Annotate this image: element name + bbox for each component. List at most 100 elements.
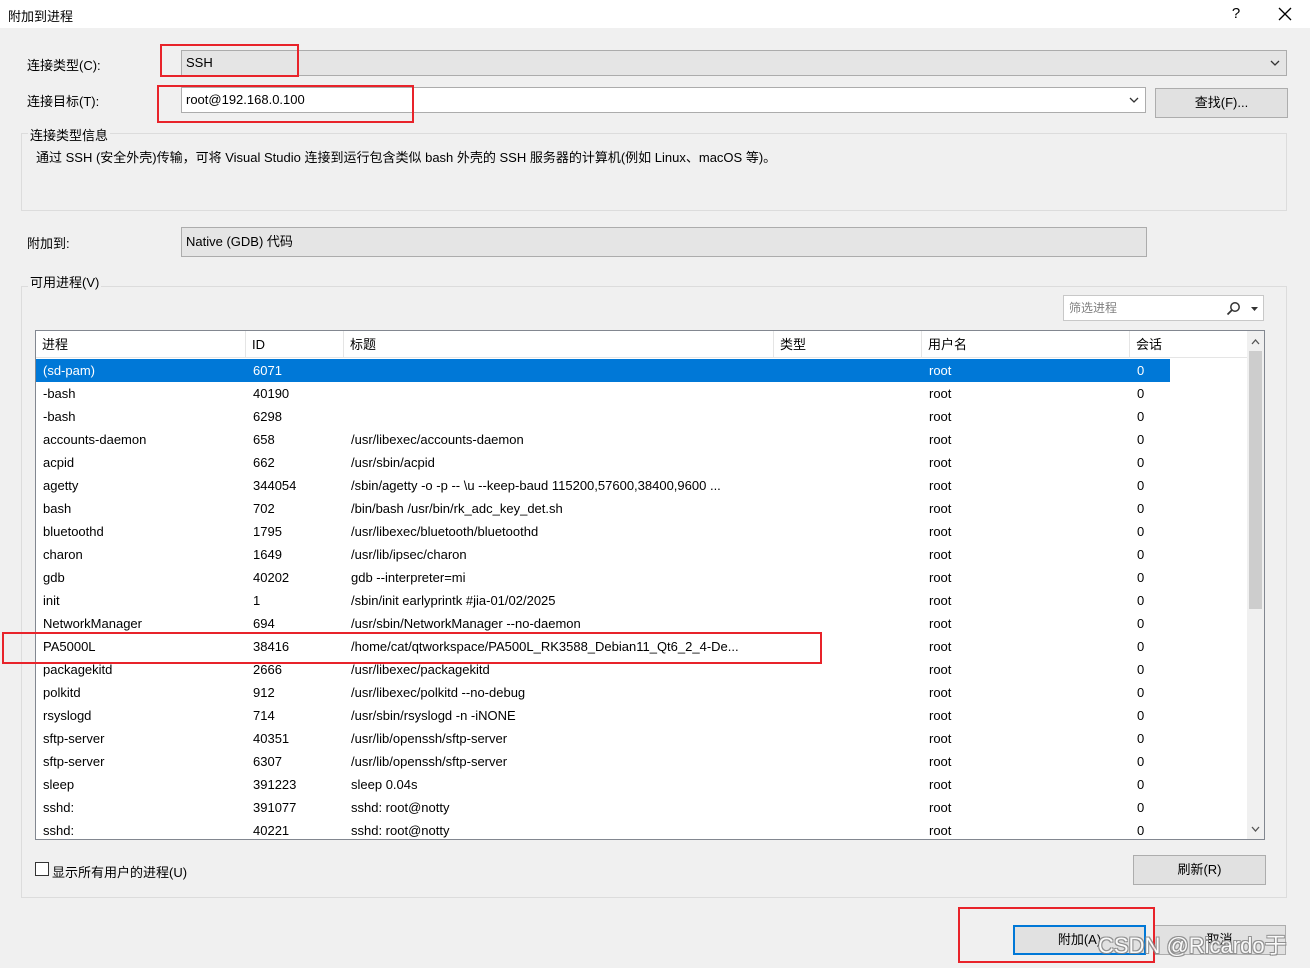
cell-session: 0	[1137, 823, 1145, 838]
cell-user: root	[929, 731, 952, 746]
process-list[interactable]: 进程 ID 标题 类型 用户名 会话 (sd-pam) 6071 root 0 -bas…	[35, 330, 1265, 840]
cell-process: sftp-server	[43, 731, 105, 746]
cell-id: 391223	[253, 777, 297, 792]
cell-id: 1795	[253, 524, 282, 539]
refresh-button[interactable]: 刷新(R)	[1133, 855, 1266, 885]
cell-title: /usr/libexec/accounts-daemon	[351, 432, 524, 447]
cell-user: root	[929, 409, 952, 424]
connection-type-select[interactable]: SSH	[181, 50, 1287, 76]
table-row[interactable]: sshd: 40221 sshd: root@notty root 0	[36, 819, 1248, 839]
scroll-down-icon[interactable]	[1247, 820, 1264, 837]
scrollbar-thumb[interactable]	[1249, 351, 1262, 609]
cell-user: root	[929, 639, 952, 654]
cell-type	[774, 497, 922, 520]
cell-type	[774, 451, 922, 474]
cell-id: 6071	[253, 363, 282, 378]
column-header-title[interactable]: 标题	[344, 331, 774, 358]
search-icon[interactable]	[1226, 300, 1241, 324]
help-button[interactable]: ?	[1222, 2, 1250, 26]
cell-session: 0	[1137, 685, 1145, 700]
cell-id: 714	[253, 708, 275, 723]
cell-type	[774, 727, 922, 750]
cell-title: /usr/sbin/NetworkManager --no-daemon	[351, 616, 581, 631]
table-row[interactable]: sleep 391223 sleep 0.04s root 0	[36, 773, 1248, 796]
cell-type	[774, 796, 922, 819]
cell-id: 694	[253, 616, 275, 631]
column-header-process[interactable]: 进程	[36, 331, 246, 358]
cell-type	[774, 589, 922, 612]
show-all-users-checkbox[interactable]	[35, 862, 49, 876]
cell-process: bash	[43, 501, 72, 516]
attach-to-field[interactable]: Native (GDB) 代码	[181, 227, 1147, 257]
connection-target-input[interactable]: root@192.168.0.100	[181, 87, 1146, 113]
table-row[interactable]: gdb 40202 gdb --interpreter=mi root 0	[36, 566, 1248, 589]
cell-session: 0	[1137, 777, 1145, 792]
filter-input[interactable]: 筛选进程	[1063, 295, 1264, 321]
close-button[interactable]	[1268, 2, 1302, 26]
column-header-session[interactable]: 会话	[1130, 331, 1170, 358]
cell-title: gdb --interpreter=mi	[351, 570, 466, 585]
cell-title: sshd: root@notty	[351, 823, 450, 838]
cell-session: 0	[1137, 547, 1145, 562]
cell-title	[344, 382, 774, 405]
cell-type	[774, 612, 922, 635]
cell-id: 1	[253, 593, 261, 608]
table-row[interactable]: sshd: 391077 sshd: root@notty root 0	[36, 796, 1248, 819]
table-row[interactable]: charon 1649/usr/lib/ipsec/charon root 0	[36, 543, 1248, 566]
cell-user: root	[929, 524, 952, 539]
watermark: CSDN @Ricardo于	[1098, 933, 1287, 958]
cell-process: gdb	[43, 570, 65, 585]
table-row[interactable]: polkitd 912/usr/libexec/polkitd --no-debu…	[36, 681, 1248, 704]
cell-session: 0	[1137, 455, 1145, 470]
chevron-down-icon[interactable]	[1129, 88, 1139, 112]
table-row[interactable]: bluetoothd 1795/usr/libexec/bluetooth/blu…	[36, 520, 1248, 543]
table-row[interactable]: sftp-server 40351/usr/lib/openssh/sftp-se…	[36, 727, 1248, 750]
cell-process: sftp-server	[43, 754, 105, 769]
cell-id: 40351	[253, 731, 290, 746]
cell-id: 40202	[253, 570, 290, 585]
scroll-up-icon[interactable]	[1247, 333, 1264, 350]
cell-id: 40190	[253, 386, 290, 401]
cell-user: root	[929, 363, 952, 378]
chevron-down-icon[interactable]	[1251, 296, 1258, 320]
cell-process: rsyslogd	[43, 708, 92, 723]
table-row[interactable]: accounts-daemon 658/usr/libexec/accounts-…	[36, 428, 1248, 451]
find-button[interactable]: 查找(F)...	[1155, 88, 1288, 118]
table-row[interactable]: agetty 344054/sbin/agetty -o -p -- \u --k…	[36, 474, 1248, 497]
table-row[interactable]: -bash 6298 root 0	[36, 405, 1248, 428]
table-row[interactable]: (sd-pam) 6071 root 0	[36, 359, 1170, 382]
cell-title: /usr/libexec/polkitd --no-debug	[351, 685, 526, 700]
column-header-type[interactable]: 类型	[774, 331, 922, 358]
table-row[interactable]: rsyslogd 714/usr/sbin/rsyslogd -n -iNONE r…	[36, 704, 1248, 727]
cell-type	[774, 428, 922, 451]
cell-id: 344054	[253, 478, 297, 493]
table-row[interactable]: bash 702/bin/bash /usr/bin/rk_adc_key_det…	[36, 497, 1248, 520]
cell-id: 1649	[253, 547, 282, 562]
cell-title	[344, 405, 774, 428]
cell-type	[774, 405, 922, 428]
connection-info-title: 连接类型信息	[28, 125, 111, 144]
cell-session: 0	[1137, 501, 1145, 516]
cell-title: sleep 0.04s	[351, 777, 418, 792]
cell-type	[774, 750, 922, 773]
cell-title: /bin/bash /usr/bin/rk_adc_key_det.sh	[351, 501, 563, 516]
show-all-users-label[interactable]: 显示所有用户的进程(U)	[52, 862, 187, 881]
column-header-id[interactable]: ID	[246, 331, 344, 358]
cell-user: root	[929, 662, 952, 677]
cell-session: 0	[1137, 363, 1145, 378]
table-row[interactable]: PA5000L 38416/home/cat/qtworkspace/PA500L…	[36, 635, 1248, 658]
table-row[interactable]: -bash 40190 root 0	[36, 382, 1248, 405]
process-list-header: 进程 ID 标题 类型 用户名 会话	[36, 331, 1248, 358]
cell-session: 0	[1137, 524, 1145, 539]
table-row[interactable]: init 1/sbin/init earlyprintk #jia-01/02/2…	[36, 589, 1248, 612]
column-header-user[interactable]: 用户名	[922, 331, 1130, 358]
table-row[interactable]: sftp-server 6307/usr/lib/openssh/sftp-ser…	[36, 750, 1248, 773]
vertical-scrollbar[interactable]	[1247, 331, 1264, 839]
cell-session: 0	[1137, 409, 1145, 424]
table-row[interactable]: packagekitd 2666/usr/libexec/packagekitd r…	[36, 658, 1248, 681]
table-row[interactable]: acpid 662/usr/sbin/acpid root 0	[36, 451, 1248, 474]
connection-type-label: 连接类型(C):	[27, 58, 101, 73]
table-row[interactable]: NetworkManager 694/usr/sbin/NetworkManage…	[36, 612, 1248, 635]
processes-group-title: 可用进程(V)	[28, 272, 102, 291]
cell-session: 0	[1137, 432, 1145, 447]
